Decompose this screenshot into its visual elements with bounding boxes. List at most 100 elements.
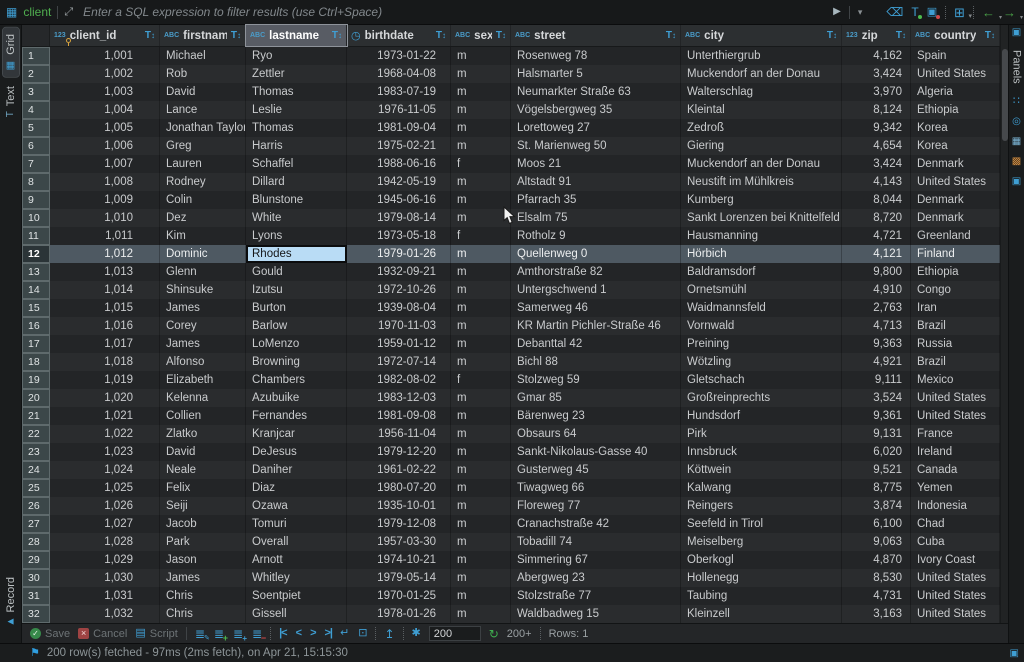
grid-cell[interactable]: Mexico: [911, 371, 1000, 389]
execute-dropdown-icon[interactable]: ▾: [858, 8, 863, 17]
grid-cell[interactable]: f: [451, 371, 511, 389]
grid-cell[interactable]: 1,002: [50, 65, 160, 83]
execute-play-icon[interactable]: ▶: [833, 7, 841, 17]
references-panel-icon[interactable]: ▣: [1012, 177, 1021, 187]
grid-cell[interactable]: m: [451, 479, 511, 497]
grid-cell[interactable]: 3,874: [842, 497, 911, 515]
value-viewer-icon[interactable]: ∷: [1013, 96, 1020, 107]
column-header-client_id[interactable]: 123client_idT↕: [50, 25, 160, 46]
grid-cell[interactable]: Kalwang: [681, 479, 842, 497]
grid-cell[interactable]: Canada: [911, 461, 1000, 479]
grid-cell[interactable]: m: [451, 281, 511, 299]
row-number[interactable]: 18: [22, 353, 50, 371]
grid-cell[interactable]: m: [451, 191, 511, 209]
grid-cell[interactable]: 8,775: [842, 479, 911, 497]
grid-cell[interactable]: 1,013: [50, 263, 160, 281]
grid-cell[interactable]: Muckendorf an der Donau: [681, 65, 842, 83]
grid-cell[interactable]: United States: [911, 569, 1000, 587]
column-filter-icon[interactable]: T↕: [436, 30, 446, 41]
grid-cell[interactable]: 1,015: [50, 299, 160, 317]
grid-cell[interactable]: 1979-01-26: [347, 245, 451, 263]
grid-cell[interactable]: 1983-07-19: [347, 83, 451, 101]
save-filter-icon[interactable]: ▣: [927, 7, 937, 18]
grid-cell[interactable]: Spain: [911, 47, 1000, 65]
grid-cell[interactable]: m: [451, 443, 511, 461]
grid-cell[interactable]: 1,006: [50, 137, 160, 155]
grid-cell[interactable]: Lyons: [246, 227, 347, 245]
column-header-country[interactable]: ABCcountryT↕: [911, 25, 1000, 46]
grid-cell[interactable]: 1972-07-14: [347, 353, 451, 371]
grid-cell[interactable]: 8,044: [842, 191, 911, 209]
grid-cell[interactable]: 4,870: [842, 551, 911, 569]
clear-filter-icon[interactable]: ⌫: [886, 6, 903, 18]
grid-cell[interactable]: United States: [911, 65, 1000, 83]
grid-cell[interactable]: Jonathan Taylor: [160, 119, 246, 137]
row-number[interactable]: 32: [22, 605, 50, 623]
grid-cell[interactable]: Waldbadweg 15: [511, 605, 681, 623]
grid-cell[interactable]: 1,010: [50, 209, 160, 227]
row-number[interactable]: 1: [22, 47, 50, 65]
grid-cell[interactable]: 1,005: [50, 119, 160, 137]
grid-cell[interactable]: Untergschwend 1: [511, 281, 681, 299]
grid-cell[interactable]: m: [451, 263, 511, 281]
grid-cell[interactable]: Hausmanning: [681, 227, 842, 245]
grid-cell[interactable]: Neumarkter Straße 63: [511, 83, 681, 101]
column-filter-icon[interactable]: T↕: [332, 30, 342, 41]
grid-cell[interactable]: Dez: [160, 209, 246, 227]
grid-cell[interactable]: Simmering 67: [511, 551, 681, 569]
tab-panels[interactable]: Panels: [1011, 48, 1023, 86]
grid-cell[interactable]: 4,654: [842, 137, 911, 155]
grid-cell[interactable]: Greenland: [911, 227, 1000, 245]
grid-cell[interactable]: Oberkogl: [681, 551, 842, 569]
grid-cell[interactable]: 3,163: [842, 605, 911, 623]
grid-cell[interactable]: m: [451, 335, 511, 353]
grid-cell[interactable]: Gmar 85: [511, 389, 681, 407]
column-header-zip[interactable]: 123zipT↕: [842, 25, 911, 46]
grid-cell[interactable]: 8,530: [842, 569, 911, 587]
grid-cell[interactable]: m: [451, 425, 511, 443]
grid-cell[interactable]: Corey: [160, 317, 246, 335]
grid-cell[interactable]: 4,721: [842, 227, 911, 245]
grid-cell[interactable]: 9,800: [842, 263, 911, 281]
grid-cell[interactable]: Obsaurs 64: [511, 425, 681, 443]
grid-cell[interactable]: Chris: [160, 605, 246, 623]
row-number[interactable]: 5: [22, 119, 50, 137]
grid-cell[interactable]: m: [451, 119, 511, 137]
add-row-icon[interactable]: ≣: [214, 628, 224, 640]
grid-cell[interactable]: 1961-02-22: [347, 461, 451, 479]
column-header-city[interactable]: ABCcityT↕: [681, 25, 842, 46]
grid-cell[interactable]: 1973-05-18: [347, 227, 451, 245]
grid-cell[interactable]: Kelenna: [160, 389, 246, 407]
row-number[interactable]: 25: [22, 479, 50, 497]
grid-cell[interactable]: Altstadt 91: [511, 173, 681, 191]
row-number[interactable]: 27: [22, 515, 50, 533]
grid-cell[interactable]: United States: [911, 605, 1000, 623]
grid-cell[interactable]: m: [451, 389, 511, 407]
grid-cell[interactable]: Vornwald: [681, 317, 842, 335]
grid-cell[interactable]: Pirk: [681, 425, 842, 443]
grid-cell[interactable]: 1,032: [50, 605, 160, 623]
grid-cell[interactable]: Chad: [911, 515, 1000, 533]
grid-cell[interactable]: 4,921: [842, 353, 911, 371]
grid-cell[interactable]: m: [451, 245, 511, 263]
grid-cell[interactable]: Meiselberg: [681, 533, 842, 551]
prev-row-icon[interactable]: <: [296, 628, 301, 639]
grid-cell[interactable]: St. Marienweg 50: [511, 137, 681, 155]
grid-cell[interactable]: 3,970: [842, 83, 911, 101]
grid-cell[interactable]: Taubing: [681, 587, 842, 605]
grid-cell[interactable]: Seiji: [160, 497, 246, 515]
row-number[interactable]: 6: [22, 137, 50, 155]
grid-cell[interactable]: m: [451, 83, 511, 101]
grid-cell[interactable]: f: [451, 155, 511, 173]
grid-cell[interactable]: Browning: [246, 353, 347, 371]
grid-cell[interactable]: Amthorstraße 82: [511, 263, 681, 281]
grid-cell[interactable]: Neale: [160, 461, 246, 479]
sql-filter-input[interactable]: Enter a SQL expression to filter results…: [83, 5, 827, 19]
grid-cell[interactable]: 1945-06-16: [347, 191, 451, 209]
grid-cell[interactable]: m: [451, 569, 511, 587]
grid-cell[interactable]: 9,363: [842, 335, 911, 353]
grid-cell[interactable]: Ryo: [246, 47, 347, 65]
grid-cell[interactable]: Whitley: [246, 569, 347, 587]
grid-cell[interactable]: Thomas: [246, 119, 347, 137]
grid-cell[interactable]: Jacob: [160, 515, 246, 533]
